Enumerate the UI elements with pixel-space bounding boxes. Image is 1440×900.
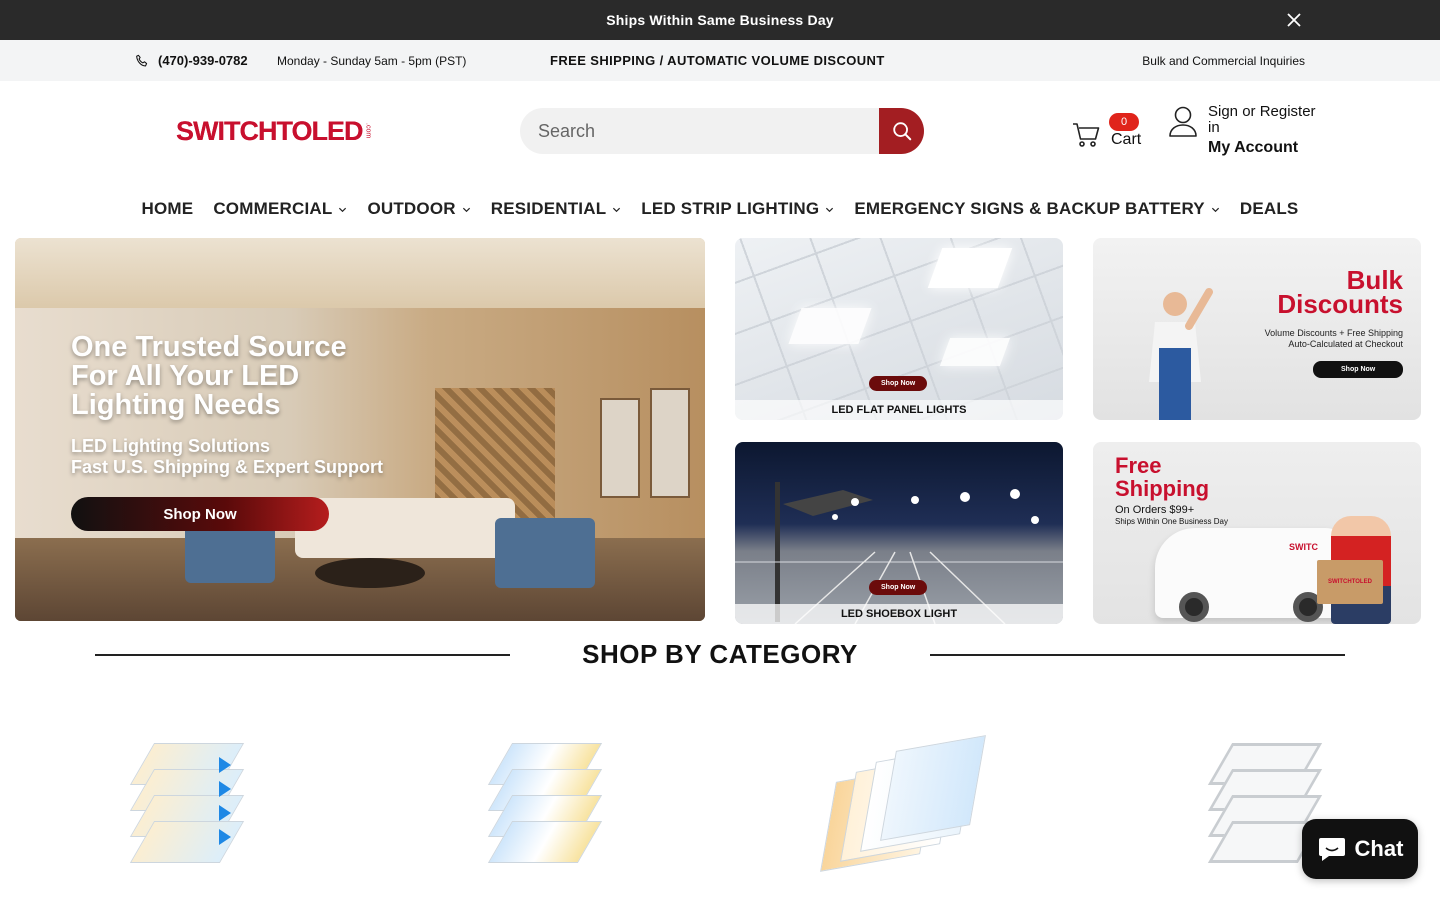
chat-bubble-icon (1318, 838, 1345, 861)
ceiling-panel (788, 308, 872, 344)
nav-item-label: HOME (141, 199, 194, 218)
category-item[interactable] (112, 743, 252, 871)
tile-flat-panel-lights[interactable]: Shop Now LED FLAT PANEL LIGHTS (735, 238, 1063, 420)
nav-item-label: DEALS (1239, 199, 1299, 218)
hero-coffee-table (315, 558, 425, 588)
nav-item-led-strip[interactable]: LED STRIP LIGHTING (631, 199, 844, 219)
tile-shop-now-button[interactable]: Shop Now (869, 376, 928, 391)
hero-wall-art (650, 388, 690, 498)
shipping-box: SWITCHTOLED (1317, 560, 1383, 604)
nav-item-residential[interactable]: RESIDENTIAL (481, 199, 632, 219)
chat-label: Chat (1354, 836, 1404, 861)
category-image (880, 735, 986, 841)
arrow-icon (219, 757, 231, 845)
worker-illustration (1149, 288, 1213, 420)
tile-description: Volume Discounts + Free Shipping Auto-Cal… (1265, 328, 1403, 350)
chevron-down-icon (1211, 207, 1219, 212)
bulk-inquiries-link[interactable]: Bulk and Commercial Inquiries (1142, 54, 1305, 68)
chat-button[interactable]: Chat (1302, 819, 1418, 879)
info-bar: (470)-939-0782 Monday - Sunday 5am - 5pm… (0, 40, 1440, 81)
tile-description: Ships Within One Business Day (1115, 517, 1228, 526)
shipping-banner: FREE SHIPPING / AUTOMATIC VOLUME DISCOUN… (550, 53, 885, 68)
cart-count-badge: 0 (1109, 113, 1139, 131)
announcement-text: Ships Within Same Business Day (606, 12, 834, 28)
chevron-down-icon (613, 207, 621, 212)
chevron-down-icon (826, 207, 834, 212)
tile-caption: LED FLAT PANEL LIGHTS (735, 400, 1063, 420)
nav-item-label: RESIDENTIAL (490, 199, 607, 218)
tile-title: Bulk Discounts (1277, 267, 1403, 319)
hero-chair (495, 518, 595, 588)
tile-free-shipping[interactable]: Free Shipping On Orders $99+ Ships Within… (1093, 442, 1421, 624)
divider (930, 654, 1345, 656)
tile-title-line: Discounts (1277, 289, 1403, 319)
logo-text: SWITCHTOLED (176, 115, 363, 146)
nav-item-deals[interactable]: DEALS (1230, 199, 1309, 219)
nav-item-home[interactable]: HOME (132, 199, 204, 219)
tile-title: Free Shipping (1115, 454, 1209, 500)
tile-shop-now-button[interactable]: Shop Now (1313, 361, 1404, 378)
hero-wall-art (600, 398, 640, 498)
logo-suffix: .com (364, 123, 372, 139)
banner-grid: One Trusted Source For All Your LED Ligh… (0, 237, 1440, 637)
user-icon (1169, 106, 1197, 137)
nav-item-outdoor[interactable]: OUTDOOR (357, 199, 480, 219)
cart-link[interactable]: 0 Cart (1071, 111, 1141, 149)
search-input[interactable] (520, 108, 879, 154)
van-logo-text: SWITC (1289, 542, 1318, 552)
cart-label: Cart (1111, 131, 1142, 148)
nav-item-label: COMMERCIAL (213, 199, 333, 218)
hero-subtitle: LED Lighting Solutions Fast U.S. Shippin… (71, 436, 383, 478)
tile-description-line: Volume Discounts + Free Shipping (1264, 328, 1403, 338)
search-form (520, 108, 924, 154)
category-heading-row: SHOP BY CATEGORY (0, 621, 1440, 691)
account-link[interactable]: Sign or Register in My Account (1168, 104, 1318, 156)
hero-banner[interactable]: One Trusted Source For All Your LED Ligh… (15, 238, 705, 621)
parking-lot-illustration (735, 482, 1063, 624)
tile-shop-now-button[interactable]: Shop Now (869, 580, 928, 595)
nav-item-emergency[interactable]: EMERGENCY SIGNS & BACKUP BATTERY (844, 199, 1230, 219)
category-item[interactable] (818, 735, 986, 872)
ceiling-panel (927, 248, 1013, 288)
hero-subtitle-line: LED Lighting Solutions (71, 436, 270, 456)
tile-description: On Orders $99+ (1115, 504, 1195, 516)
chevron-down-icon (339, 207, 347, 212)
phone-number: (470)-939-0782 (158, 53, 248, 68)
business-hours: Monday - Sunday 5am - 5pm (PST) (277, 53, 467, 68)
account-label: My Account (1208, 139, 1299, 156)
announcement-bar: Ships Within Same Business Day (0, 0, 1440, 40)
cart-icon (1073, 123, 1100, 147)
hero-shop-now-button[interactable]: Shop Now (71, 497, 329, 531)
tile-bulk-discounts[interactable]: Bulk Discounts Volume Discounts + Free Sh… (1093, 238, 1421, 420)
nav-item-label: OUTDOOR (367, 199, 456, 218)
nav-item-label: EMERGENCY SIGNS & BACKUP BATTERY (854, 199, 1205, 218)
site-header: SWITCHTOLED .com 0 Cart Sign or Register… (0, 81, 1440, 181)
hero-subtitle-line: Fast U.S. Shipping & Expert Support (71, 457, 384, 477)
search-icon (892, 122, 911, 141)
tile-title-line: Free (1115, 453, 1162, 478)
van-wheel (1179, 592, 1209, 622)
search-button[interactable] (879, 108, 924, 154)
hero-title: One Trusted Source For All Your LED Ligh… (71, 331, 347, 421)
close-icon[interactable] (1284, 10, 1304, 30)
category-item[interactable] (470, 743, 610, 871)
tile-description-line: Auto-Calculated at Checkout (1288, 339, 1403, 349)
nav-item-label: LED STRIP LIGHTING (641, 199, 820, 218)
tile-title-line: Shipping (1115, 476, 1210, 501)
site-logo[interactable]: SWITCHTOLED .com (176, 115, 372, 146)
chevron-down-icon (462, 207, 470, 212)
tile-shoebox-light[interactable]: Shop Now LED SHOEBOX LIGHT (735, 442, 1063, 624)
ceiling-panel (939, 338, 1011, 366)
main-nav: HOME COMMERCIAL OUTDOOR RESIDENTIAL LED … (0, 181, 1440, 237)
phone-icon (136, 54, 148, 66)
nav-item-commercial[interactable]: COMMERCIAL (203, 199, 357, 219)
category-list (0, 691, 1440, 872)
phone-link[interactable]: (470)-939-0782 (134, 53, 248, 69)
account-signin-text: Sign or Register in (1208, 103, 1316, 136)
hero-sofa (295, 498, 515, 558)
